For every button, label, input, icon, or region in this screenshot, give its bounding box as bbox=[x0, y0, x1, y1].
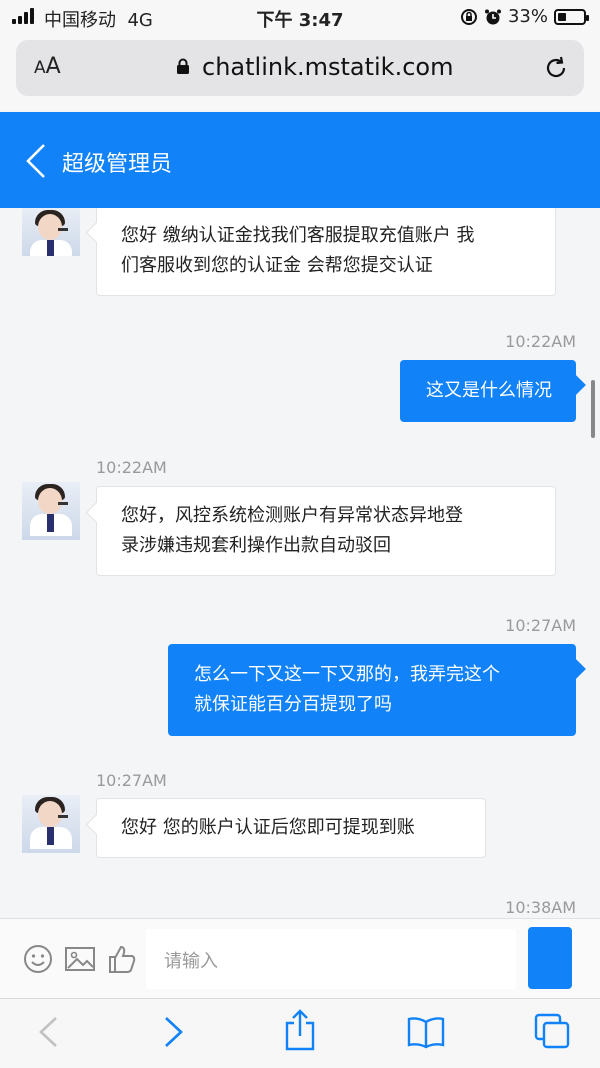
message-line: 您好 缴纳认证金找我们客服提取充值账户 我 bbox=[121, 225, 475, 246]
message-line: 您好，风控系统检测账户有异常状态异地登 bbox=[121, 505, 463, 526]
message-line: 就保证能百分百提现了吗 bbox=[194, 694, 392, 715]
message-line: 录涉嫌违规套利操作出款自动驳回 bbox=[121, 535, 391, 556]
reload-icon[interactable] bbox=[542, 54, 570, 82]
agent-avatar bbox=[22, 482, 80, 540]
emoji-icon[interactable] bbox=[22, 943, 54, 975]
message-line: 怎么一下又这一下又那的，我弄完这个 bbox=[194, 664, 500, 685]
text-size-button[interactable]: AAAA bbox=[34, 54, 61, 79]
message-timestamp: 10:22AM bbox=[505, 332, 576, 351]
message-timestamp: 10:38AM bbox=[505, 898, 576, 917]
browser-toolbar bbox=[0, 998, 600, 1068]
address-bar[interactable]: AAAA chatlink.mstatik.com bbox=[16, 40, 584, 96]
send-button[interactable] bbox=[528, 927, 572, 989]
bookmarks-icon[interactable] bbox=[406, 1015, 446, 1049]
message-timestamp: 10:27AM bbox=[96, 771, 167, 790]
scrollbar[interactable] bbox=[591, 380, 595, 438]
url-text: chatlink.mstatik.com bbox=[202, 53, 454, 81]
agent-avatar bbox=[22, 795, 80, 853]
message-line: 这又是什么情况 bbox=[426, 380, 552, 401]
back-arrow-icon[interactable] bbox=[36, 1015, 60, 1049]
chat-messages[interactable]: 您好 缴纳认证金找我们客服提取充值账户 我 们客服收到您的认证金 会帮您提交认证… bbox=[0, 208, 600, 918]
message-bubble-received: 您好，风控系统检测账户有异常状态异地登 录涉嫌违规套利操作出款自动驳回 bbox=[96, 486, 556, 576]
chat-header: 超级管理员 bbox=[0, 112, 600, 208]
message-line: 们客服收到您的认证金 会帮您提交认证 bbox=[121, 255, 433, 276]
message-input-placeholder: 请输入 bbox=[164, 951, 218, 972]
status-bar: 中国移动 4G 下午 3:47 33% bbox=[0, 0, 600, 34]
message-timestamp: 10:22AM bbox=[96, 458, 167, 477]
message-input-bar: 请输入 bbox=[0, 918, 600, 998]
battery-percent: 33% bbox=[507, 6, 548, 27]
alarm-icon bbox=[484, 9, 501, 24]
message-bubble-received: 您好 缴纳认证金找我们客服提取充值账户 我 们客服收到您的认证金 会帮您提交认证 bbox=[96, 208, 556, 296]
thumbs-up-icon[interactable] bbox=[106, 943, 138, 975]
lock-icon bbox=[177, 58, 189, 74]
tabs-icon[interactable] bbox=[532, 1011, 572, 1051]
message-bubble-sent: 怎么一下又这一下又那的，我弄完这个 就保证能百分百提现了吗 bbox=[168, 644, 576, 736]
share-icon[interactable] bbox=[282, 1009, 318, 1051]
agent-avatar bbox=[22, 208, 80, 256]
browser-bar: AAAA chatlink.mstatik.com bbox=[0, 34, 600, 110]
battery-icon bbox=[554, 8, 589, 25]
back-chevron-icon[interactable] bbox=[24, 142, 48, 180]
image-icon[interactable] bbox=[64, 943, 96, 975]
message-input[interactable]: 请输入 bbox=[146, 929, 516, 989]
orientation-lock-icon bbox=[460, 8, 477, 25]
message-timestamp: 10:27AM bbox=[505, 616, 576, 635]
forward-arrow-icon[interactable] bbox=[162, 1015, 186, 1049]
message-bubble-received: 您好 您的账户认证后您即可提现到账 bbox=[96, 798, 486, 858]
message-bubble-sent: 这又是什么情况 bbox=[400, 360, 576, 422]
chat-title: 超级管理员 bbox=[62, 152, 173, 177]
message-line: 您好 您的账户认证后您即可提现到账 bbox=[121, 817, 415, 838]
